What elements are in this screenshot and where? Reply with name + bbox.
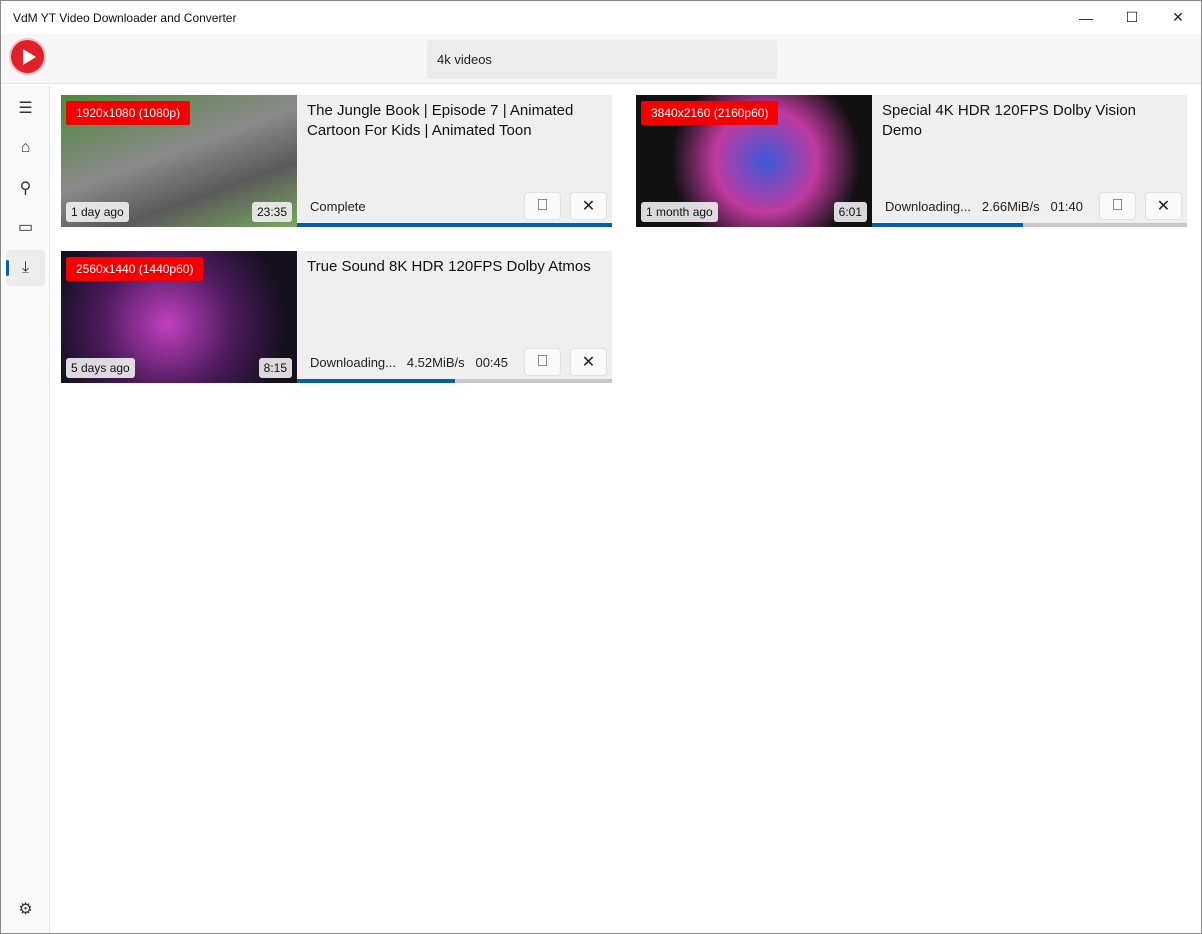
progress-bar [297,379,612,383]
download-card: 1920x1080 (1080p) 1 day ago 23:35 The Ju… [61,95,612,227]
home-icon[interactable]: ⌂ [6,130,45,166]
search-input[interactable] [427,40,777,79]
sidebar: ☰ ⌂ ⚲ ▭ ⤓ ⚙ [1,85,50,933]
remove-button[interactable]: ✕ [1145,192,1182,220]
progress-fill [297,379,455,383]
window-title: VdM YT Video Downloader and Converter [13,11,237,25]
title-bar: VdM YT Video Downloader and Converter — … [1,1,1201,34]
download-icon[interactable]: ⤓ [6,250,45,286]
open-folder-button[interactable]: ⎕ [524,348,561,376]
video-icon[interactable]: ▭ [6,209,45,245]
settings-icon[interactable]: ⚙ [6,891,45,927]
video-title: True Sound 8K HDR 120FPS Dolby Atmos [307,258,591,275]
video-thumbnail[interactable]: 3840x2160 (2160p60) 1 month ago 6:01 [636,95,872,227]
download-status: Downloading... 2.66MiB/s 01:40 [885,199,1084,214]
upload-age: 1 month ago [641,202,718,222]
progress-bar [297,223,612,227]
download-status: Downloading... 4.52MiB/s 00:45 [310,355,509,370]
video-title: The Jungle Book | Episode 7 | Animated C… [307,102,574,139]
header [1,34,1201,84]
progress-fill [297,223,612,227]
video-thumbnail[interactable]: 2560x1440 (1440p60) 5 days ago 8:15 [61,251,297,383]
remove-button[interactable]: ✕ [570,348,607,376]
resolution-badge: 2560x1440 (1440p60) [66,257,204,281]
download-card: 2560x1440 (1440p60) 5 days ago 8:15 True… [61,251,612,383]
upload-age: 1 day ago [66,202,129,222]
close-icon: ✕ [1156,198,1171,215]
search-icon[interactable]: ⚲ [6,170,45,206]
open-icon: ⎕ [537,197,548,214]
maximize-button[interactable]: ☐ [1109,1,1155,34]
progress-bar [872,223,1187,227]
minimize-button[interactable]: — [1063,1,1109,34]
progress-fill [872,223,1024,227]
app-logo-icon [11,40,44,73]
remove-button[interactable]: ✕ [570,192,607,220]
resolution-badge: 3840x2160 (2160p60) [641,101,779,125]
resolution-badge: 1920x1080 (1080p) [66,101,191,125]
download-card: 3840x2160 (2160p60) 1 month ago 6:01 Spe… [636,95,1187,227]
menu-icon[interactable]: ☰ [6,90,45,126]
upload-age: 5 days ago [66,358,135,378]
open-icon: ⎕ [1112,197,1123,214]
duration: 8:15 [258,358,292,378]
close-icon: ✕ [581,354,596,371]
open-icon: ⎕ [537,353,548,370]
video-thumbnail[interactable]: 1920x1080 (1080p) 1 day ago 23:35 [61,95,297,227]
open-folder-button[interactable]: ⎕ [524,192,561,220]
open-folder-button[interactable]: ⎕ [1099,192,1136,220]
video-title: Special 4K HDR 120FPS Dolby Vision Demo [882,102,1137,139]
download-status: Complete [310,199,366,214]
duration: 23:35 [251,202,292,222]
close-icon: ✕ [581,198,596,215]
close-button[interactable]: ✕ [1155,1,1201,34]
duration: 6:01 [833,202,867,222]
